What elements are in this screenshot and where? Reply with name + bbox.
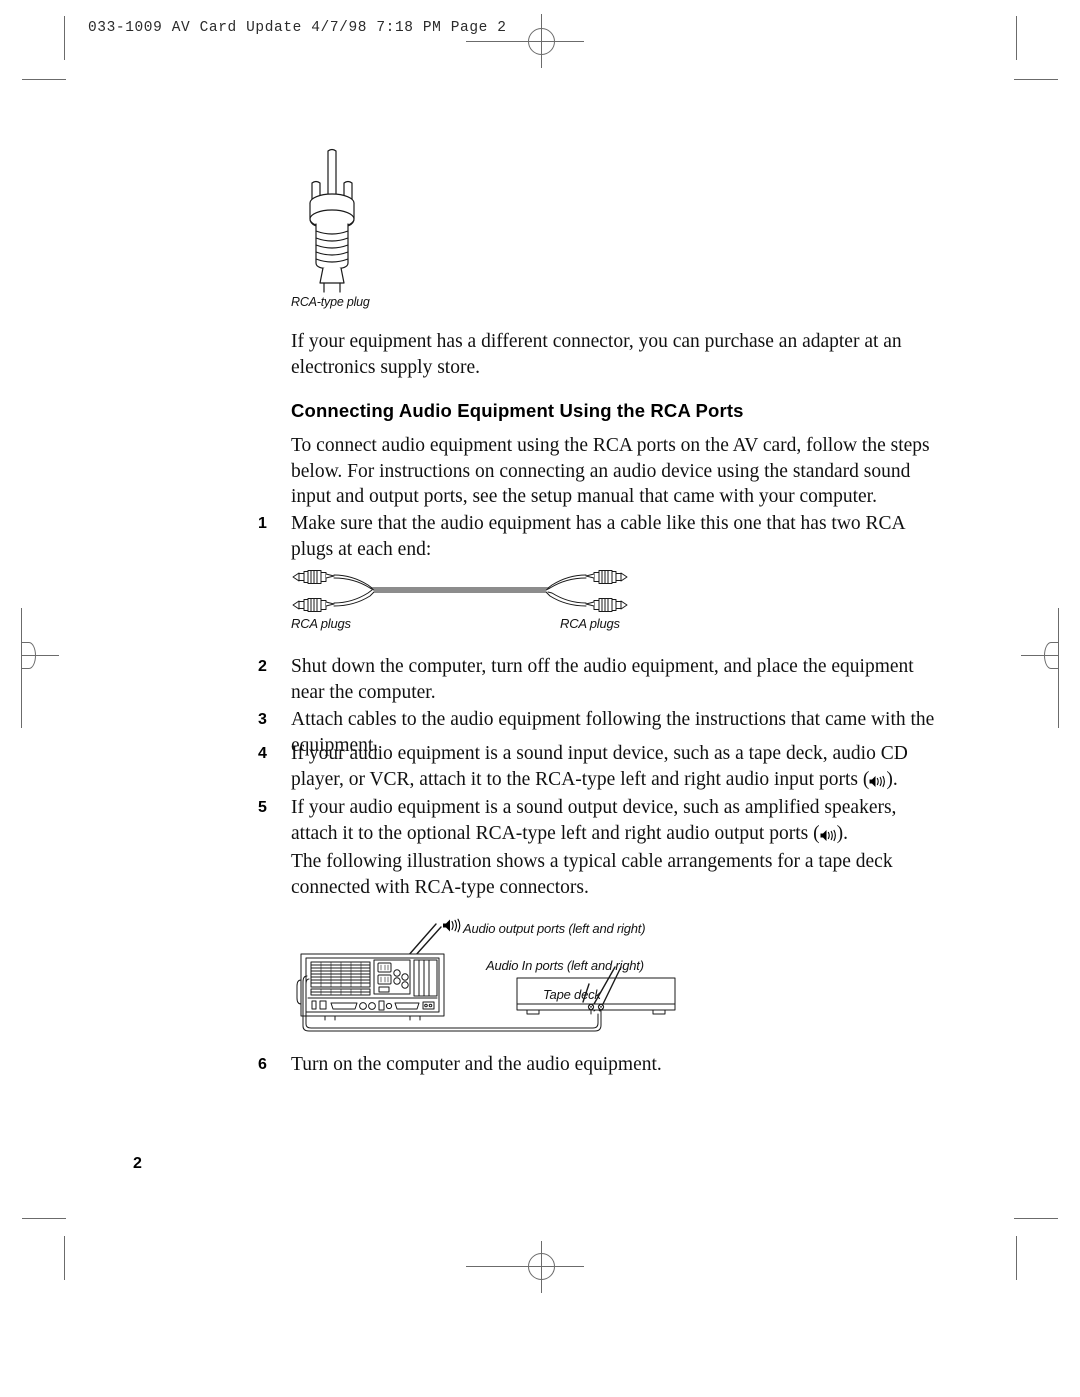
- step-item-4: 4 If your audio equipment is a sound inp…: [258, 741, 928, 792]
- registration-mark-right: [1044, 642, 1058, 669]
- crop-mark-bottom-left-vertical: [64, 1236, 65, 1280]
- step-number: 5: [258, 799, 267, 816]
- crop-mark-bottom-right-horizontal: [1014, 1218, 1058, 1219]
- section-heading: Connecting Audio Equipment Using the RCA…: [291, 400, 744, 421]
- crop-mark-top-left-vertical: [64, 16, 65, 60]
- label-audio-in-ports: Audio In ports (left and right): [486, 958, 644, 973]
- step-number: 3: [258, 711, 267, 728]
- step-item-1: 1 Make sure that the audio equipment has…: [258, 511, 928, 562]
- step-item-2: 2 Shut down the computer, turn off the a…: [258, 654, 928, 705]
- speaker-icon: [820, 829, 837, 842]
- computer-rear-panel: [296, 953, 445, 1021]
- step-number: 4: [258, 745, 267, 762]
- figure-rca-cable: [290, 569, 630, 617]
- manual-page: 033-1009 AV Card Update 4/7/98 7:18 PM P…: [0, 0, 1080, 1397]
- page-number: 2: [133, 1155, 142, 1172]
- registration-mark-bottom: [528, 1253, 555, 1280]
- caption-rca-type-plug: RCA-type plug: [291, 295, 370, 309]
- crop-mark-bottom-left-horizontal: [22, 1218, 66, 1219]
- registration-mark-left: [22, 642, 36, 669]
- step-text: If your audio equipment is a sound input…: [291, 741, 928, 792]
- crop-mark-top-right-vertical: [1016, 16, 1017, 60]
- step-item-6: 6 Turn on the computer and the audio equ…: [258, 1052, 928, 1078]
- step-text: Turn on the computer and the audio equip…: [291, 1054, 662, 1075]
- step-text-after: ).: [886, 768, 898, 790]
- registration-bottom-horizontal: [466, 1266, 584, 1267]
- crop-mark-top-left-horizontal: [22, 79, 66, 80]
- step-text: If your audio equipment is a sound outpu…: [291, 795, 928, 846]
- label-audio-output-ports: Audio output ports (left and right): [463, 921, 646, 936]
- registration-mark-top: [528, 28, 555, 55]
- intro-paragraph: If your equipment has a different connec…: [291, 331, 902, 378]
- registration-right-vertical: [1058, 608, 1059, 728]
- step-text: Make sure that the audio equipment has a…: [291, 513, 905, 560]
- step-text-before: If your audio equipment is a sound input…: [291, 743, 908, 790]
- speaker-icon: [869, 775, 886, 788]
- step-text: Shut down the computer, turn off the aud…: [291, 656, 914, 703]
- step-item-5: 5 If your audio equipment is a sound out…: [258, 795, 928, 846]
- crop-mark-bottom-right-vertical: [1016, 1236, 1017, 1280]
- registration-top-horizontal: [466, 41, 584, 42]
- caption-rca-plugs-left: RCA plugs: [291, 616, 351, 631]
- step-number: 1: [258, 515, 267, 532]
- figure-rca-type-plug: [296, 147, 406, 293]
- print-slug-line: 033-1009 AV Card Update 4/7/98 7:18 PM P…: [88, 20, 507, 36]
- caption-rca-plugs-right: RCA plugs: [560, 616, 620, 631]
- step-number: 2: [258, 658, 267, 675]
- crop-mark-top-right-horizontal: [1014, 79, 1058, 80]
- figure-tape-deck-setup: [295, 918, 685, 1038]
- illustration-lead-paragraph: The following illustration shows a typic…: [291, 851, 893, 898]
- step-text-after: ).: [836, 822, 848, 844]
- section-intro-paragraph: To connect audio equipment using the RCA…: [291, 435, 930, 507]
- label-tape-deck: Tape deck: [543, 987, 601, 1002]
- speaker-icon-graphic: [443, 918, 461, 933]
- step-text-before: If your audio equipment is a sound outpu…: [291, 797, 897, 844]
- step-number: 6: [258, 1056, 267, 1073]
